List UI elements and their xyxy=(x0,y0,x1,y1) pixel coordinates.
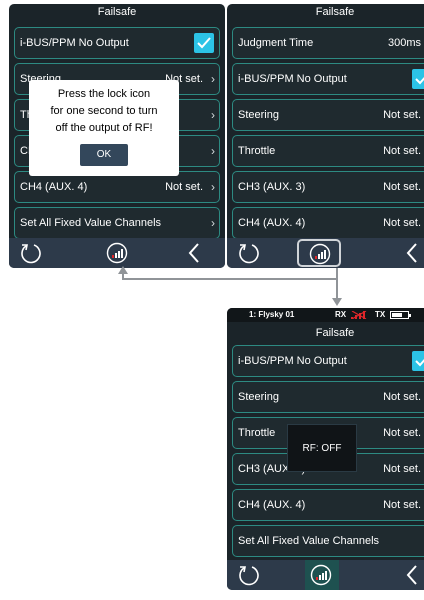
arrowhead-down xyxy=(332,298,342,306)
arrow-to-dialog xyxy=(122,268,338,280)
flow-arrows xyxy=(118,266,342,306)
arrowhead-up xyxy=(118,266,128,274)
